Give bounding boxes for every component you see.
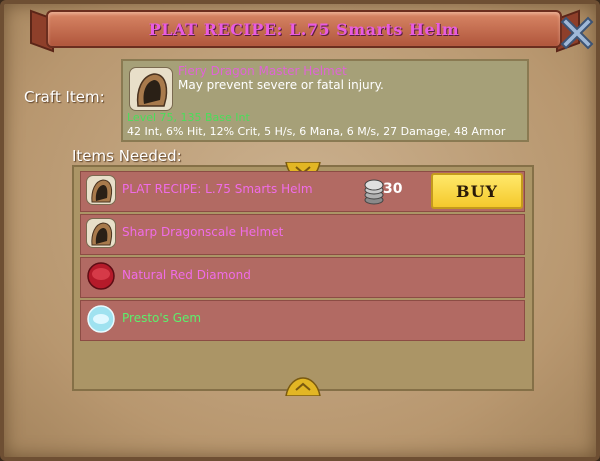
- title-banner: PLAT RECIPE: L.75 Smarts Helm: [46, 10, 562, 48]
- close-button[interactable]: [556, 12, 598, 54]
- recipe-window: PLAT RECIPE: L.75 Smarts Helm Craft Item…: [0, 0, 600, 461]
- list-item-label: Presto's Gem: [122, 311, 202, 325]
- chevron-up-icon: [285, 377, 321, 397]
- list-item[interactable]: Natural Red Diamond: [80, 257, 525, 298]
- list-item[interactable]: Presto's Gem: [80, 300, 525, 341]
- window-title: PLAT RECIPE: L.75 Smarts Helm: [148, 19, 460, 39]
- helmet-icon: [86, 218, 116, 248]
- list-item[interactable]: PLAT RECIPE: L.75 Smarts Helm 30 BUY: [80, 171, 525, 212]
- list-item-label: PLAT RECIPE: L.75 Smarts Helm: [122, 182, 313, 196]
- list-item-label: Sharp Dragonscale Helmet: [122, 225, 284, 239]
- craft-item-description: May prevent severe or fatal injury.: [178, 78, 384, 92]
- coin-icon: [364, 179, 384, 205]
- list-item-label: Natural Red Diamond: [122, 268, 251, 282]
- craft-item-requirement: Level 75, 135 Base Int: [127, 111, 250, 124]
- price-value: 30: [383, 181, 403, 197]
- list-item[interactable]: Sharp Dragonscale Helmet: [80, 214, 525, 255]
- scroll-down-button[interactable]: [284, 376, 322, 397]
- helmet-icon: [86, 175, 116, 205]
- red-gem-icon: [86, 261, 116, 291]
- craft-item-label: Craft Item:: [24, 88, 105, 106]
- items-needed-label: Items Needed:: [72, 147, 182, 165]
- buy-button[interactable]: BUY: [431, 173, 523, 209]
- helmet-icon[interactable]: [129, 67, 173, 111]
- close-icon: [560, 16, 594, 50]
- craft-item-stats: 42 Int, 6% Hit, 12% Crit, 5 H/s, 6 Mana,…: [127, 125, 506, 138]
- blue-gem-icon: [86, 304, 116, 334]
- craft-item-name: Fiery Dragon Master Helmet: [178, 64, 347, 78]
- craft-item-panel: Fiery Dragon Master Helmet May prevent s…: [121, 59, 529, 142]
